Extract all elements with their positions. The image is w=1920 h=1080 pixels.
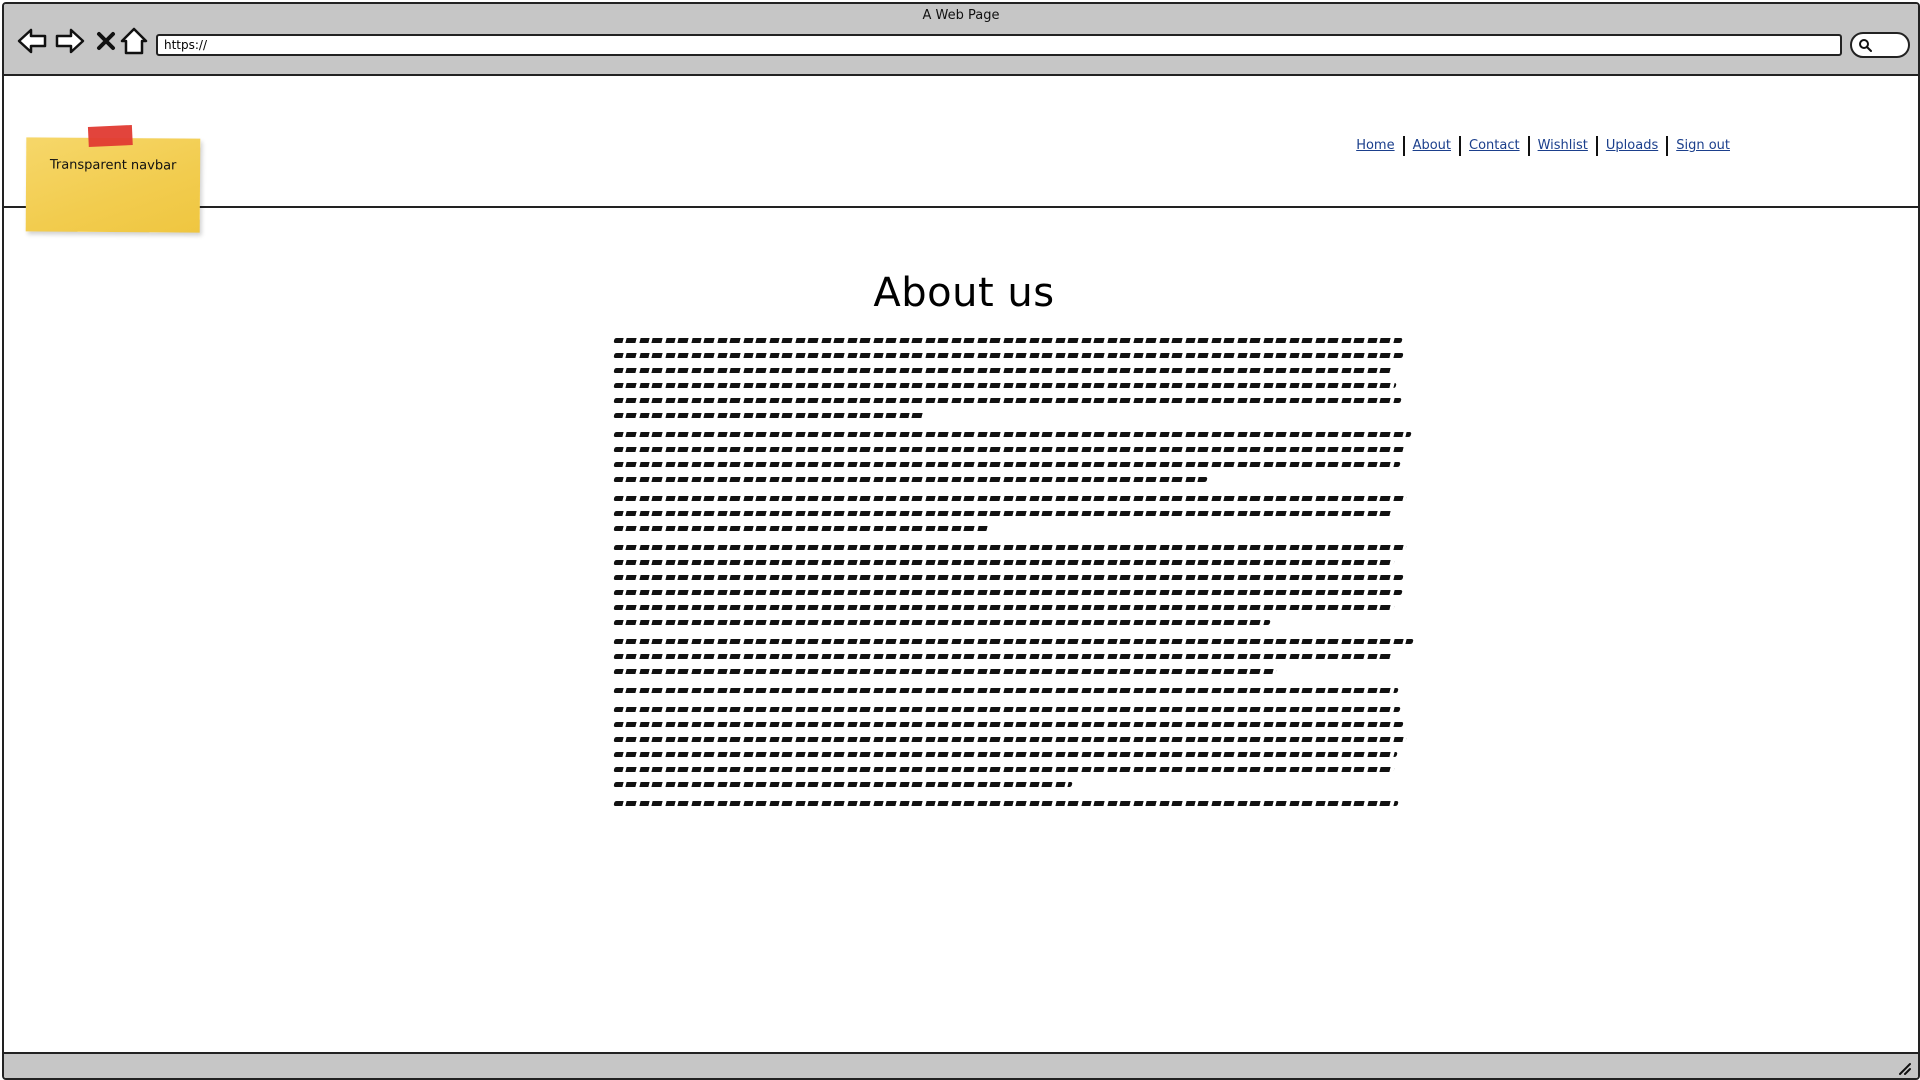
home-icon[interactable] xyxy=(118,24,150,58)
nav-links: Home About Contact Wishlist Uploads Sign… xyxy=(1348,136,1738,156)
nav-link-about[interactable]: About xyxy=(1405,136,1459,156)
placeholder-paragraph xyxy=(613,338,1414,418)
resize-grip-icon[interactable] xyxy=(1896,1061,1912,1075)
placeholder-text-line xyxy=(613,413,927,418)
search-icon xyxy=(1859,39,1872,52)
placeholder-text-line xyxy=(613,782,1073,787)
placeholder-text-line xyxy=(613,353,1405,358)
placeholder-text-line xyxy=(613,526,989,531)
placeholder-text-line xyxy=(613,398,1402,403)
page-title: About us xyxy=(873,270,1055,316)
placeholder-text-line xyxy=(613,477,1208,482)
placeholder-text-line xyxy=(613,338,1403,343)
placeholder-paragraph xyxy=(613,707,1414,787)
browser-chrome: A Web Page https:// xyxy=(4,4,1918,76)
placeholder-paragraph xyxy=(613,639,1414,674)
placeholder-text-line xyxy=(613,605,1395,610)
placeholder-text-line xyxy=(613,639,1414,644)
nav-link-uploads[interactable]: Uploads xyxy=(1598,136,1666,156)
search-field[interactable] xyxy=(1850,32,1910,58)
placeholder-text-line xyxy=(613,368,1394,373)
placeholder-paragraph xyxy=(613,801,1414,806)
placeholder-text-line xyxy=(613,722,1404,727)
placeholder-text-line xyxy=(613,575,1405,580)
placeholder-paragraph xyxy=(613,496,1414,531)
placeholder-text-line xyxy=(613,462,1401,467)
about-body-text xyxy=(613,338,1414,820)
forward-arrow-icon[interactable] xyxy=(54,24,86,58)
placeholder-text-line xyxy=(613,560,1395,565)
placeholder-text-line xyxy=(613,511,1393,516)
placeholder-text-line xyxy=(613,545,1407,550)
placeholder-text-line xyxy=(613,620,1271,625)
placeholder-text-line xyxy=(613,688,1399,693)
tape-strip xyxy=(87,124,133,147)
window-title: A Web Page xyxy=(922,8,1000,23)
page-content: Home About Contact Wishlist Uploads Sign… xyxy=(4,76,1918,1056)
placeholder-text-line xyxy=(613,669,1277,674)
placeholder-text-line xyxy=(613,737,1407,742)
placeholder-text-line xyxy=(613,383,1397,388)
nav-link-home[interactable]: Home xyxy=(1348,136,1402,156)
placeholder-text-line xyxy=(613,432,1412,437)
placeholder-text-line xyxy=(613,752,1398,757)
back-arrow-icon[interactable] xyxy=(16,24,48,58)
placeholder-text-line xyxy=(613,496,1407,501)
placeholder-paragraph xyxy=(613,688,1414,693)
browser-window: A Web Page https:// Home About Contact W… xyxy=(2,2,1920,1080)
placeholder-text-line xyxy=(613,654,1394,659)
sticky-note-text: Transparent navbar xyxy=(49,157,177,174)
sticky-note: Transparent navbar xyxy=(25,124,201,233)
placeholder-text-line xyxy=(613,590,1403,595)
nav-link-sign-out[interactable]: Sign out xyxy=(1668,136,1738,156)
address-bar[interactable]: https:// xyxy=(156,34,1842,56)
nav-link-contact[interactable]: Contact xyxy=(1461,136,1528,156)
placeholder-paragraph xyxy=(613,432,1414,482)
status-bar xyxy=(4,1052,1918,1078)
placeholder-text-line xyxy=(613,447,1405,452)
placeholder-text-line xyxy=(613,707,1401,712)
nav-link-wishlist[interactable]: Wishlist xyxy=(1530,136,1596,156)
placeholder-text-line xyxy=(613,767,1395,772)
placeholder-text-line xyxy=(613,801,1399,806)
navbar: Home About Contact Wishlist Uploads Sign… xyxy=(4,76,1918,208)
placeholder-paragraph xyxy=(613,545,1414,625)
